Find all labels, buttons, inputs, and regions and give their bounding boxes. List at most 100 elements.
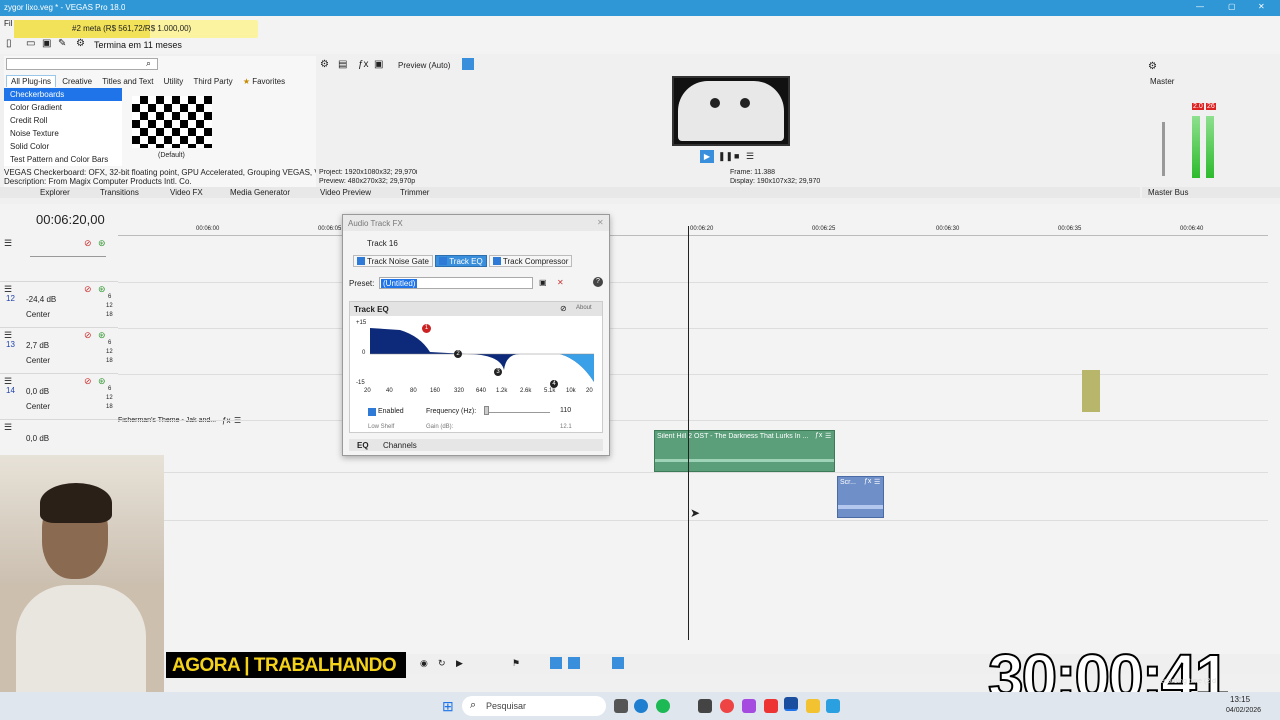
eq-curve[interactable]: [370, 322, 594, 386]
tab-master-bus[interactable]: Master Bus: [1148, 188, 1188, 197]
vegas-icon[interactable]: [784, 697, 798, 711]
track-menu-icon[interactable]: ☰: [4, 422, 12, 433]
delete-preset-icon[interactable]: ✕: [557, 278, 564, 287]
app-icon[interactable]: [698, 699, 712, 713]
mute-icon[interactable]: ⊘: [84, 284, 92, 295]
preview-quality[interactable]: Preview (Auto): [398, 61, 450, 70]
enabled-checkbox[interactable]: [368, 408, 376, 416]
edge-icon[interactable]: [634, 699, 648, 713]
task-view-icon[interactable]: [614, 699, 628, 713]
audio-clip[interactable]: Scr... ƒx ☰: [837, 476, 884, 518]
mute-icon[interactable]: ⊘: [84, 330, 92, 341]
help-icon[interactable]: ?: [593, 277, 603, 287]
fx-icon[interactable]: ƒx: [358, 59, 369, 70]
tab-media-generator[interactable]: Media Generator: [230, 188, 290, 197]
preview-settings-icon[interactable]: ⚙: [320, 59, 329, 70]
frequency-slider[interactable]: [484, 412, 550, 413]
tab-creative[interactable]: Creative: [58, 76, 96, 87]
taskbar-search[interactable]: ⌕ Pesquisar: [462, 696, 606, 716]
solo-icon[interactable]: ⊛: [98, 284, 106, 295]
playhead[interactable]: [688, 226, 689, 640]
tab-trimmer[interactable]: Trimmer: [400, 188, 429, 197]
save-icon[interactable]: ▣: [42, 38, 51, 49]
solo-icon[interactable]: ⊛: [98, 376, 106, 387]
tab-third-party[interactable]: Third Party: [189, 76, 236, 87]
app-icon[interactable]: [764, 699, 778, 713]
lock-envelopes-icon[interactable]: [612, 657, 624, 669]
marker-icon[interactable]: ⚑: [512, 658, 520, 669]
frequency-slider-thumb[interactable]: [484, 406, 489, 415]
tab-channels[interactable]: Channels: [383, 441, 417, 450]
list-item[interactable]: Color Gradient: [4, 101, 122, 114]
snap-icon[interactable]: [550, 657, 562, 669]
timeline-ruler[interactable]: 00:06:00 00:06:05 00:06:20 00:06:25 00:0…: [118, 224, 1268, 236]
gain-value[interactable]: 12.1: [560, 424, 572, 430]
auto-ripple-icon[interactable]: [568, 657, 580, 669]
play-icon[interactable]: ▶: [456, 658, 463, 669]
media-clip[interactable]: [1082, 370, 1100, 412]
chain-noise-gate[interactable]: Track Noise Gate: [353, 255, 433, 267]
chain-track-eq[interactable]: Track EQ: [435, 255, 487, 267]
list-item[interactable]: Credit Roll: [4, 114, 122, 127]
settings-icon[interactable]: ⚙: [76, 38, 85, 49]
windows-start-icon[interactable]: ⊞: [442, 698, 454, 715]
tab-all-plugins[interactable]: All Plug-ins: [6, 75, 57, 87]
master-settings-icon[interactable]: ⚙: [1148, 61, 1157, 72]
clip-fx-icon[interactable]: ƒx: [815, 432, 822, 439]
list-item[interactable]: Solid Color: [4, 140, 122, 153]
solo-icon[interactable]: ⊛: [98, 238, 106, 249]
chrome-icon[interactable]: [720, 699, 734, 713]
solo-icon[interactable]: ⊛: [98, 330, 106, 341]
list-item[interactable]: Test Pattern and Color Bars: [4, 153, 122, 166]
folder-icon[interactable]: [806, 699, 820, 713]
overlay-icon[interactable]: [462, 58, 474, 70]
band-type-select[interactable]: Low Shelf: [368, 424, 394, 430]
close-icon[interactable]: ✕: [1258, 2, 1265, 11]
track-menu-icon[interactable]: ☰: [4, 238, 12, 249]
list-item[interactable]: Noise Texture: [4, 127, 122, 140]
tab-transitions[interactable]: Transitions: [100, 188, 139, 197]
tab-utility[interactable]: Utility: [160, 76, 188, 87]
file-menu[interactable]: Fil: [4, 19, 12, 28]
minimize-icon[interactable]: —: [1196, 2, 1204, 11]
eq-band-point[interactable]: 1: [422, 324, 431, 333]
preset-select[interactable]: (Untitled): [379, 277, 533, 289]
preset-thumbnail[interactable]: [132, 96, 212, 148]
eq-band-point[interactable]: 4: [550, 380, 558, 388]
chain-compressor[interactable]: Track Compressor: [488, 255, 573, 267]
render-icon[interactable]: ✎: [58, 38, 66, 49]
plugin-search-input[interactable]: [6, 58, 158, 70]
close-icon[interactable]: ✕: [597, 218, 604, 227]
bypass-icon[interactable]: ⊘: [560, 304, 567, 313]
play-icon[interactable]: ▶: [700, 150, 714, 163]
tab-explorer[interactable]: Explorer: [40, 188, 70, 197]
clip-menu-icon[interactable]: ☰: [825, 432, 831, 440]
tab-favorites[interactable]: ★ Favorites: [239, 76, 289, 87]
pause-icon[interactable]: ❚❚: [718, 151, 733, 162]
loop-icon[interactable]: ↻: [438, 658, 446, 669]
record-icon[interactable]: ◉: [420, 658, 428, 669]
volume-slider[interactable]: [30, 256, 106, 257]
tab-video-preview[interactable]: Video Preview: [320, 188, 371, 197]
save-preset-icon[interactable]: ▣: [539, 278, 547, 287]
eq-band-point[interactable]: 3: [494, 368, 502, 376]
eq-band-point[interactable]: 2: [454, 350, 462, 358]
clip-fx-icon[interactable]: ƒx: [864, 478, 871, 485]
timecode[interactable]: 00:06:20,00: [36, 212, 105, 227]
external-monitor-icon[interactable]: ▣: [374, 59, 383, 70]
spotify-icon[interactable]: [656, 699, 670, 713]
tab-video-fx[interactable]: Video FX: [170, 188, 203, 197]
clip-menu-icon[interactable]: ☰: [874, 478, 880, 486]
maximize-icon[interactable]: ▢: [1228, 2, 1236, 11]
audio-clip[interactable]: Silent Hill 2 OST - The Darkness That Lu…: [654, 430, 835, 472]
menu-icon[interactable]: ☰: [746, 151, 754, 162]
new-icon[interactable]: ▯: [6, 38, 12, 49]
open-icon[interactable]: ▭: [26, 38, 35, 49]
app-icon[interactable]: [826, 699, 840, 713]
mute-icon[interactable]: ⊘: [84, 376, 92, 387]
mute-icon[interactable]: ⊘: [84, 238, 92, 249]
tab-titles-text[interactable]: Titles and Text: [98, 76, 157, 87]
list-item[interactable]: Checkerboards: [4, 88, 122, 101]
stop-icon[interactable]: ■: [734, 151, 739, 161]
master-fader[interactable]: [1162, 122, 1165, 176]
